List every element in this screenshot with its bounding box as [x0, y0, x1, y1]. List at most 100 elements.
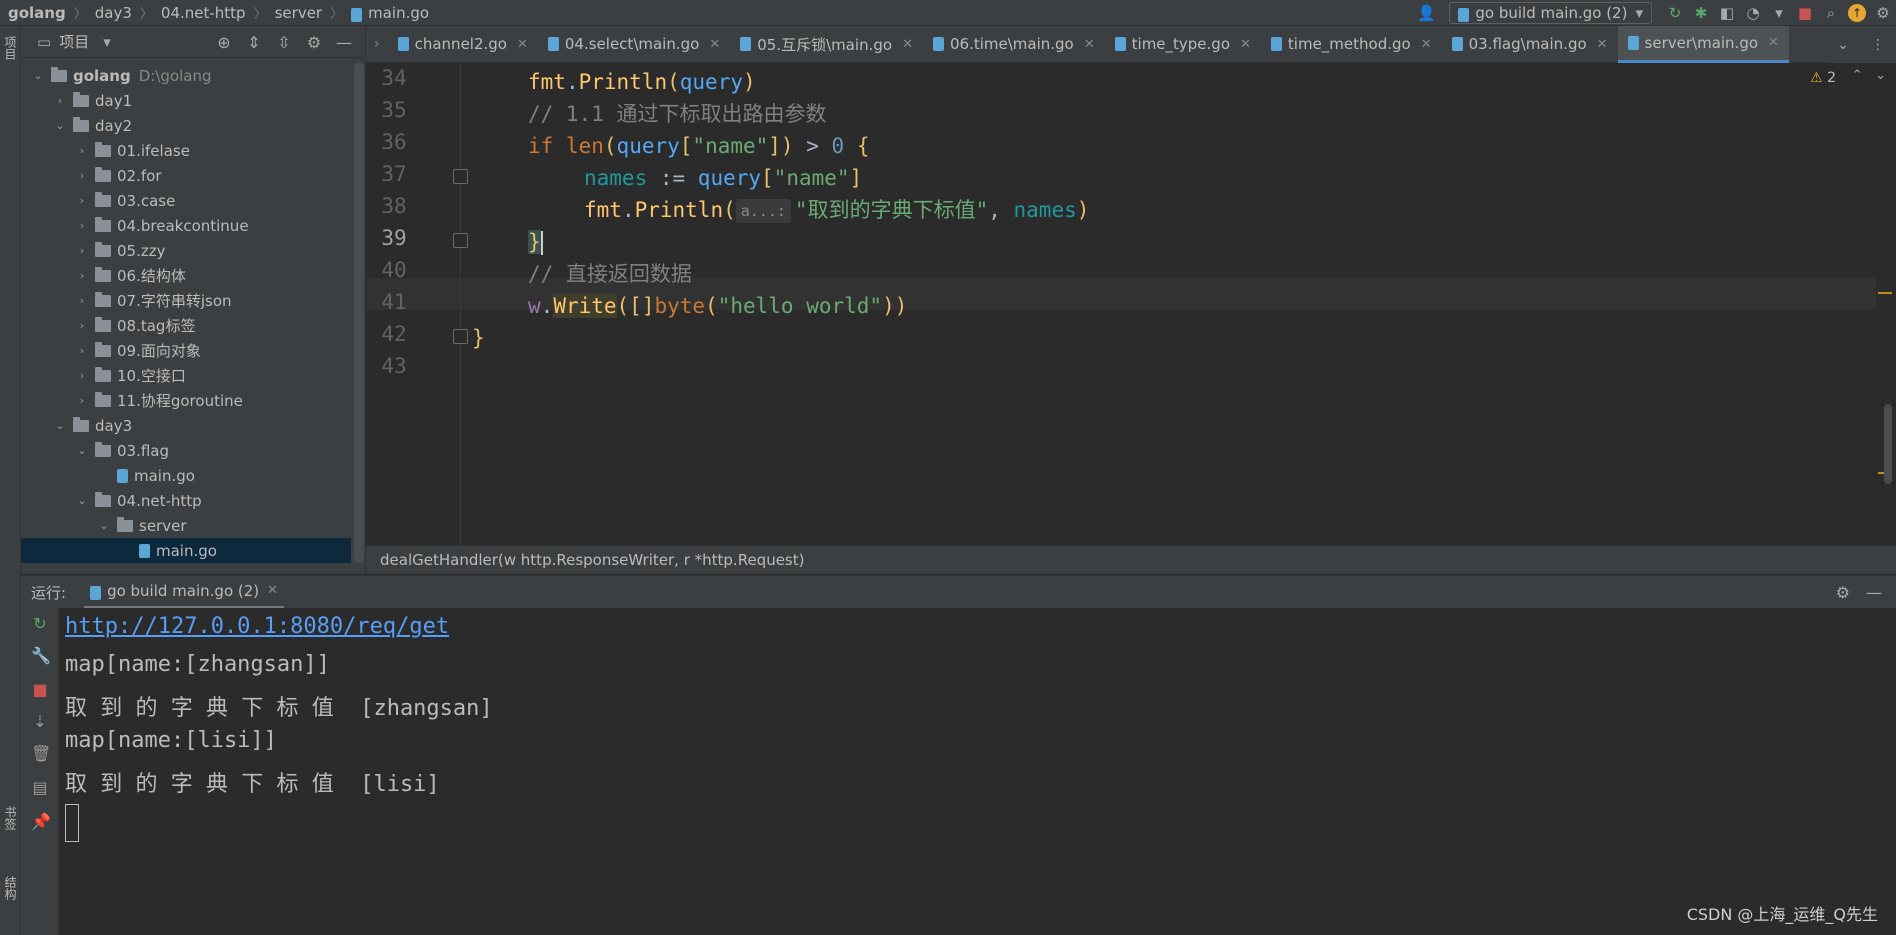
tree-folder-item[interactable]: ⌄ day3	[21, 413, 351, 438]
function-signature[interactable]: dealGetHandler(w http.ResponseWriter, r …	[380, 551, 804, 569]
chevron-down-icon[interactable]: ⌄	[97, 519, 111, 532]
tree-folder-item[interactable]: › 06.结构体	[21, 263, 351, 288]
rerun-icon[interactable]: ↻	[31, 614, 49, 633]
close-icon[interactable]: ✕	[1421, 37, 1432, 52]
close-icon[interactable]: ✕	[709, 37, 720, 52]
project-panel-title[interactable]: 项目	[59, 31, 89, 52]
gear-icon[interactable]: ⚙	[1836, 583, 1850, 602]
fold-toggle[interactable]	[453, 233, 468, 248]
collapse-all-icon[interactable]: ⇳	[269, 33, 299, 52]
debug-icon[interactable]: ✱	[1688, 0, 1714, 26]
tree-folder-item[interactable]: › day1	[21, 88, 351, 113]
pin-icon[interactable]: 📌	[31, 812, 51, 831]
chevron-up-icon[interactable]: ⌃	[1852, 68, 1863, 83]
breadcrumb-item[interactable]: main.go	[368, 4, 429, 22]
editor-tab[interactable]: 04.select\main.go ✕	[538, 26, 730, 63]
chevron-down-icon[interactable]: ⌄	[75, 494, 89, 507]
tree-folder-item[interactable]: › 05.zzy	[21, 238, 351, 263]
close-icon[interactable]: ✕	[1084, 37, 1095, 52]
chevron-right-icon[interactable]: ›	[75, 294, 89, 307]
chevron-right-icon[interactable]: ›	[366, 36, 388, 52]
chevron-down-icon[interactable]: ▾	[103, 33, 111, 51]
tree-folder-item[interactable]: ⌄ 04.net-http	[21, 488, 351, 513]
breadcrumb-item[interactable]: server	[275, 4, 322, 22]
editor-scrollbar[interactable]	[1884, 404, 1892, 484]
update-icon[interactable]: ↑	[1844, 0, 1870, 26]
console-input-cursor[interactable]	[65, 804, 79, 842]
chevron-right-icon[interactable]: ›	[75, 269, 89, 282]
run-tab[interactable]: go build main.go (2) ✕	[84, 576, 285, 609]
tree-folder-item[interactable]: › 02.for	[21, 163, 351, 188]
close-icon[interactable]: ✕	[902, 37, 913, 52]
bookmarks-tool-button[interactable]: 书签	[2, 806, 19, 830]
code-editor[interactable]: 33 34 35 36 37 38 39 40 41 42 43 fmt.Pri…	[366, 64, 1896, 545]
run-configuration-select[interactable]: go build main.go (2) ▾	[1449, 2, 1652, 24]
rerun-icon[interactable]: ↻	[1662, 0, 1688, 26]
tree-file-item[interactable]: main.go	[21, 538, 351, 563]
structure-tool-button[interactable]: 结构	[2, 876, 19, 900]
tree-folder-item[interactable]: › 09.面向对象	[21, 338, 351, 363]
stop-icon[interactable]: ■	[1792, 0, 1818, 26]
chevron-down-icon[interactable]: ⌄	[1837, 37, 1849, 53]
tree-folder-item[interactable]: › 08.tag标签	[21, 313, 351, 338]
tree-folder-item[interactable]: › 11.协程goroutine	[21, 388, 351, 413]
console-output[interactable]: http://127.0.0.1:8080/req/get map[name:[…	[59, 608, 1896, 935]
gear-icon[interactable]: ⚙	[299, 33, 329, 52]
layout-icon[interactable]: ▤	[31, 778, 49, 797]
profile-icon[interactable]: ◔	[1740, 0, 1766, 26]
hide-icon[interactable]: —	[329, 33, 359, 52]
tree-folder-item[interactable]: › 03.case	[21, 188, 351, 213]
breadcrumb-item[interactable]: 04.net-http	[161, 4, 246, 22]
chevron-right-icon[interactable]: ›	[75, 319, 89, 332]
close-icon[interactable]: ✕	[1768, 35, 1779, 50]
close-icon[interactable]: ✕	[1240, 37, 1251, 52]
editor-tab[interactable]: 03.flag\main.go ✕	[1442, 26, 1618, 63]
tree-folder-item[interactable]: › 10.空接口	[21, 363, 351, 388]
hide-icon[interactable]: —	[1866, 583, 1882, 602]
editor-breadcrumb[interactable]: dealGetHandler(w http.ResponseWriter, r …	[366, 545, 1896, 574]
trash-icon[interactable]: 🗑	[31, 744, 51, 763]
editor-tab[interactable]: 05.互斥锁\main.go ✕	[730, 26, 923, 63]
tree-folder-item[interactable]: › 07.字符串转json	[21, 288, 351, 313]
expand-all-icon[interactable]: ⇕	[239, 33, 269, 52]
warning-marker[interactable]	[1878, 292, 1892, 294]
chevron-down-icon[interactable]: ⌄	[1875, 68, 1886, 83]
tree-folder-item[interactable]: ⌄ golang D:\golang	[21, 63, 351, 88]
tree-file-item[interactable]: main.go	[21, 463, 351, 488]
sort-icon[interactable]: ⇣	[31, 712, 49, 731]
chevron-down-icon[interactable]: ⌄	[53, 419, 67, 432]
coverage-icon[interactable]: ◧	[1714, 0, 1740, 26]
editor-tab[interactable]: channel2.go ✕	[388, 26, 538, 63]
chevron-right-icon[interactable]: ›	[75, 169, 89, 182]
chevron-right-icon[interactable]: ›	[75, 394, 89, 407]
stop-icon[interactable]: ■	[31, 680, 49, 699]
editor-tab[interactable]: time_type.go ✕	[1105, 26, 1261, 63]
wrench-icon[interactable]: 🔧	[31, 646, 51, 665]
settings-icon[interactable]: ⚙	[1870, 0, 1896, 26]
inspection-navigation[interactable]: ⌃ ⌄	[1852, 68, 1886, 83]
chevron-right-icon[interactable]: ›	[75, 219, 89, 232]
search-icon[interactable]: ⌕	[1818, 0, 1844, 26]
tree-folder-item[interactable]: ⌄ server	[21, 513, 351, 538]
inspection-widget[interactable]: ⚠ 2	[1810, 70, 1836, 86]
chevron-right-icon[interactable]: ›	[75, 144, 89, 157]
fold-toggle[interactable]	[453, 169, 468, 184]
fold-toggle[interactable]	[453, 329, 468, 344]
chevron-down-icon[interactable]: ⌄	[31, 69, 45, 82]
user-icon[interactable]: 👤	[1413, 0, 1439, 26]
chevron-right-icon[interactable]: ›	[75, 369, 89, 382]
editor-tab[interactable]: server\main.go ✕	[1617, 25, 1789, 63]
chevron-down-icon[interactable]: ▾	[1766, 0, 1792, 26]
close-icon[interactable]: ✕	[267, 583, 278, 598]
editor-tab[interactable]: 06.time\main.go ✕	[923, 26, 1105, 63]
tree-folder-item[interactable]: › 04.breakcontinue	[21, 213, 351, 238]
tree-folder-item[interactable]: › 01.ifelase	[21, 138, 351, 163]
project-scrollbar[interactable]	[354, 63, 364, 563]
project-tool-button[interactable]: 项目	[2, 36, 19, 60]
tree-folder-item[interactable]: ⌄ day2	[21, 113, 351, 138]
chevron-down-icon[interactable]: ⌄	[53, 119, 67, 132]
close-icon[interactable]: ✕	[1597, 37, 1608, 52]
console-link[interactable]: http://127.0.0.1:8080/req/get	[65, 614, 449, 639]
close-icon[interactable]: ✕	[517, 37, 528, 52]
chevron-right-icon[interactable]: ›	[75, 194, 89, 207]
